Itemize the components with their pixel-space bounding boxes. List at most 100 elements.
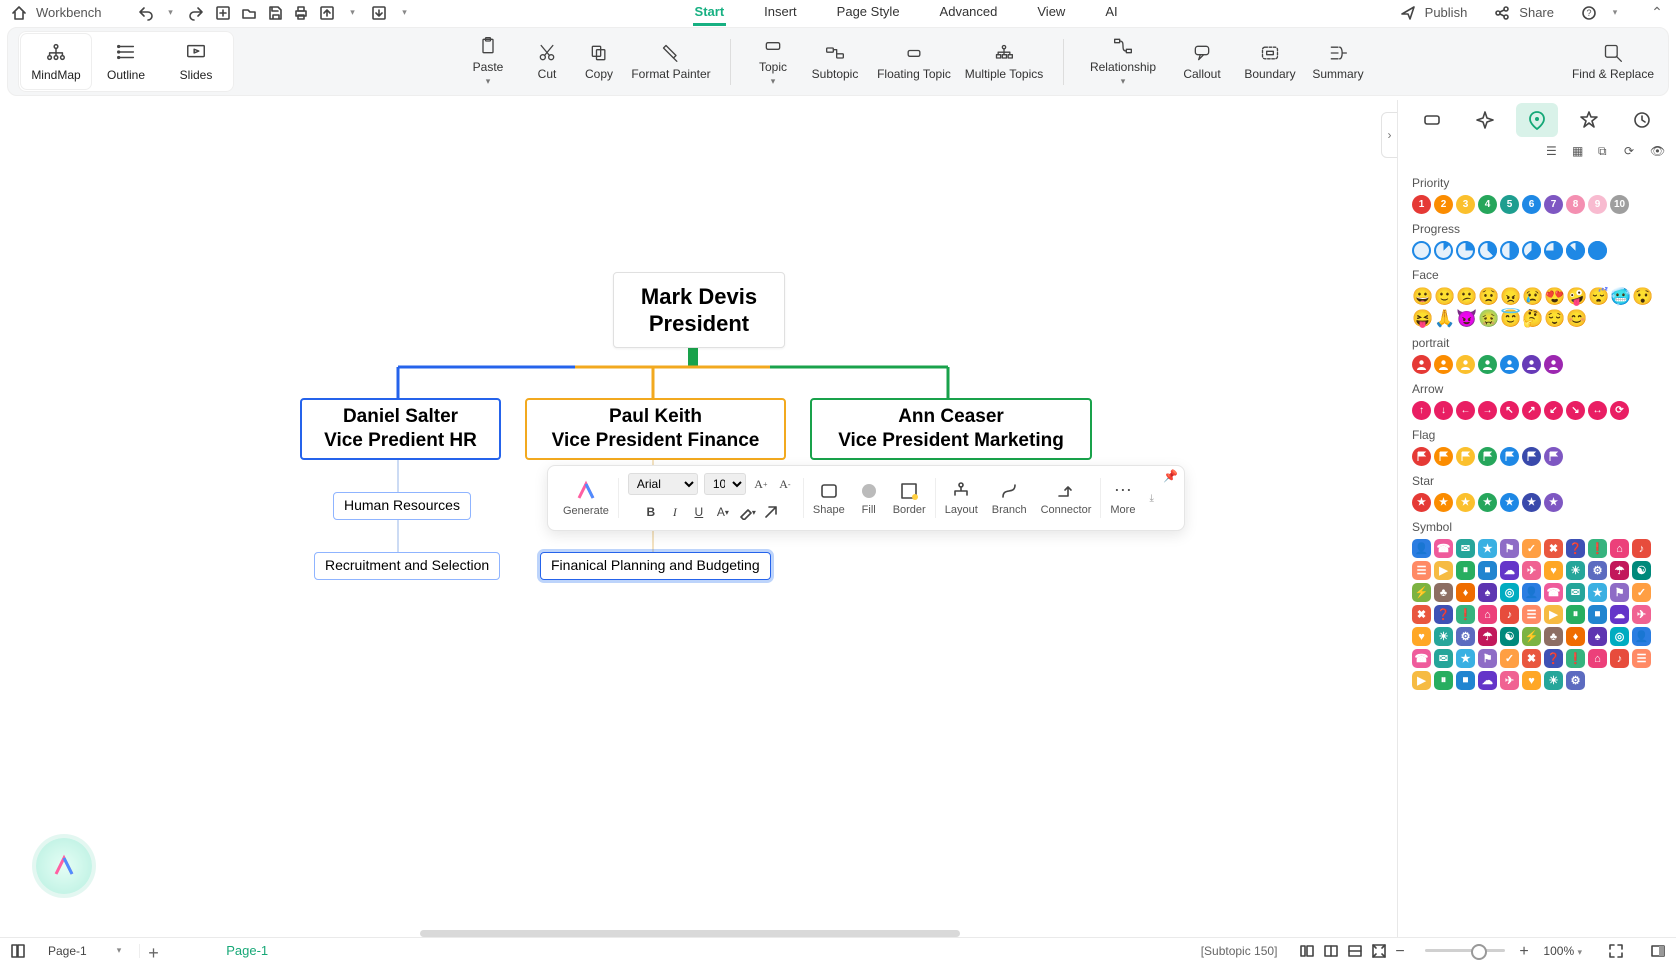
face-9[interactable]: 🥶 (1610, 287, 1629, 306)
face-13[interactable]: 😈 (1456, 309, 1475, 328)
symbol-5[interactable]: ✓ (1522, 539, 1541, 558)
flag-3[interactable] (1478, 447, 1497, 466)
symbol-60[interactable]: ✖ (1522, 649, 1541, 668)
face-11[interactable]: 😝 (1412, 309, 1431, 328)
portrait-4[interactable] (1500, 355, 1519, 374)
priority-6[interactable]: 6 (1522, 195, 1541, 214)
symbol-65[interactable]: ☰ (1632, 649, 1651, 668)
node-marketing[interactable]: Ann Ceaser Vice President Marketing (810, 398, 1092, 460)
face-2[interactable]: 😕 (1456, 287, 1475, 306)
subtopic-button[interactable]: Subtopic (801, 34, 869, 89)
symbol-4[interactable]: ⚑ (1500, 539, 1519, 558)
progress-5[interactable] (1522, 241, 1541, 260)
import-icon[interactable] (370, 4, 388, 22)
arrow-5[interactable]: ↗ (1522, 401, 1541, 420)
arrow-8[interactable]: ↔ (1588, 401, 1607, 420)
symbol-13[interactable]: ⏸ (1456, 561, 1475, 580)
priority-5[interactable]: 5 (1500, 195, 1519, 214)
zoom-in-icon[interactable]: + (1519, 943, 1535, 959)
symbol-34[interactable]: ❓ (1434, 605, 1453, 624)
shape-button[interactable]: Shape (806, 481, 852, 516)
face-16[interactable]: 🤔 (1522, 309, 1541, 328)
page-tab[interactable]: Page-1 (210, 940, 284, 961)
zoom-value[interactable]: 100% ▾ (1543, 944, 1582, 958)
sb-layout3-icon[interactable] (1347, 943, 1363, 959)
portrait-0[interactable] (1412, 355, 1431, 374)
node-hr[interactable]: Daniel Salter Vice Predient HR (300, 398, 501, 460)
menu-tab-insert[interactable]: Insert (762, 0, 799, 26)
priority-4[interactable]: 4 (1478, 195, 1497, 214)
summary-button[interactable]: Summary (1304, 34, 1372, 89)
symbol-1[interactable]: ☎ (1434, 539, 1453, 558)
fullscreen-icon[interactable] (1608, 943, 1624, 959)
symbol-3[interactable]: ★ (1478, 539, 1497, 558)
star-1[interactable]: ★ (1434, 493, 1453, 512)
symbol-33[interactable]: ✖ (1412, 605, 1431, 624)
symbol-55[interactable]: ☎ (1412, 649, 1431, 668)
undo-icon[interactable] (136, 4, 154, 22)
menu-tab-pagestyle[interactable]: Page Style (835, 0, 902, 26)
flag-0[interactable] (1412, 447, 1431, 466)
help-icon[interactable]: ? (1580, 4, 1598, 22)
portrait-1[interactable] (1434, 355, 1453, 374)
view-slides-button[interactable]: Slides (161, 34, 231, 89)
symbol-40[interactable]: ⏸ (1566, 605, 1585, 624)
symbol-10[interactable]: ♪ (1632, 539, 1651, 558)
priority-7[interactable]: 7 (1544, 195, 1563, 214)
menu-tab-start[interactable]: Start (693, 0, 727, 26)
more-button[interactable]: ⋯More (1103, 480, 1142, 516)
arrow-9[interactable]: ⟳ (1610, 401, 1629, 420)
symbol-70[interactable]: ✈ (1500, 671, 1519, 690)
symbol-54[interactable]: 👤 (1632, 627, 1651, 646)
ai-fab-button[interactable] (36, 838, 92, 894)
publish-label[interactable]: Publish (1425, 5, 1468, 20)
symbol-49[interactable]: ⚡ (1522, 627, 1541, 646)
symbol-71[interactable]: ♥ (1522, 671, 1541, 690)
symbol-31[interactable]: ⚑ (1610, 583, 1629, 602)
portrait-3[interactable] (1478, 355, 1497, 374)
portrait-5[interactable] (1522, 355, 1541, 374)
sb-panel-right-icon[interactable] (1650, 943, 1666, 959)
symbol-41[interactable]: ⏹ (1588, 605, 1607, 624)
symbol-22[interactable]: ⚡ (1412, 583, 1431, 602)
boundary-button[interactable]: Boundary (1236, 34, 1304, 89)
symbol-7[interactable]: ❓ (1566, 539, 1585, 558)
symbol-56[interactable]: ✉ (1434, 649, 1453, 668)
connector-button[interactable]: Connector (1034, 481, 1099, 516)
bold-icon[interactable]: B (642, 503, 660, 521)
symbol-27[interactable]: 👤 (1522, 583, 1541, 602)
menu-tab-view[interactable]: View (1035, 0, 1067, 26)
layout-button[interactable]: Layout (938, 481, 985, 516)
canvas[interactable]: Mark Devis President Daniel Salter Vice … (0, 100, 1401, 938)
symbol-8[interactable]: ❗ (1588, 539, 1607, 558)
star-4[interactable]: ★ (1500, 493, 1519, 512)
symbol-21[interactable]: ☯ (1632, 561, 1651, 580)
star-6[interactable]: ★ (1544, 493, 1563, 512)
priority-1[interactable]: 1 (1412, 195, 1431, 214)
multiple-topics-button[interactable]: Multiple Topics (959, 34, 1049, 89)
clear-format-icon[interactable] (762, 503, 780, 521)
flag-5[interactable] (1522, 447, 1541, 466)
symbol-17[interactable]: ♥ (1544, 561, 1563, 580)
floating-topic-button[interactable]: Floating Topic (869, 34, 959, 89)
flag-1[interactable] (1434, 447, 1453, 466)
node-root[interactable]: Mark Devis President (613, 272, 785, 348)
symbol-11[interactable]: ☰ (1412, 561, 1431, 580)
symbol-59[interactable]: ✓ (1500, 649, 1519, 668)
face-5[interactable]: 😢 (1522, 287, 1541, 306)
symbol-46[interactable]: ⚙ (1456, 627, 1475, 646)
print-icon[interactable] (292, 4, 310, 22)
relationship-button[interactable]: Relationship▾ (1078, 34, 1168, 89)
undo-dropdown-icon[interactable]: ▾ (162, 4, 180, 22)
symbol-15[interactable]: ☁ (1500, 561, 1519, 580)
symbol-24[interactable]: ♦ (1456, 583, 1475, 602)
view-outline-button[interactable]: Outline (91, 34, 161, 89)
symbol-52[interactable]: ♠ (1588, 627, 1607, 646)
symbol-53[interactable]: ◎ (1610, 627, 1629, 646)
symbol-66[interactable]: ▶ (1412, 671, 1431, 690)
face-12[interactable]: 🙏 (1434, 309, 1453, 328)
star-3[interactable]: ★ (1478, 493, 1497, 512)
pages-panel-icon[interactable] (10, 943, 26, 959)
zoom-out-icon[interactable]: − (1395, 943, 1411, 959)
share-label[interactable]: Share (1519, 5, 1554, 20)
